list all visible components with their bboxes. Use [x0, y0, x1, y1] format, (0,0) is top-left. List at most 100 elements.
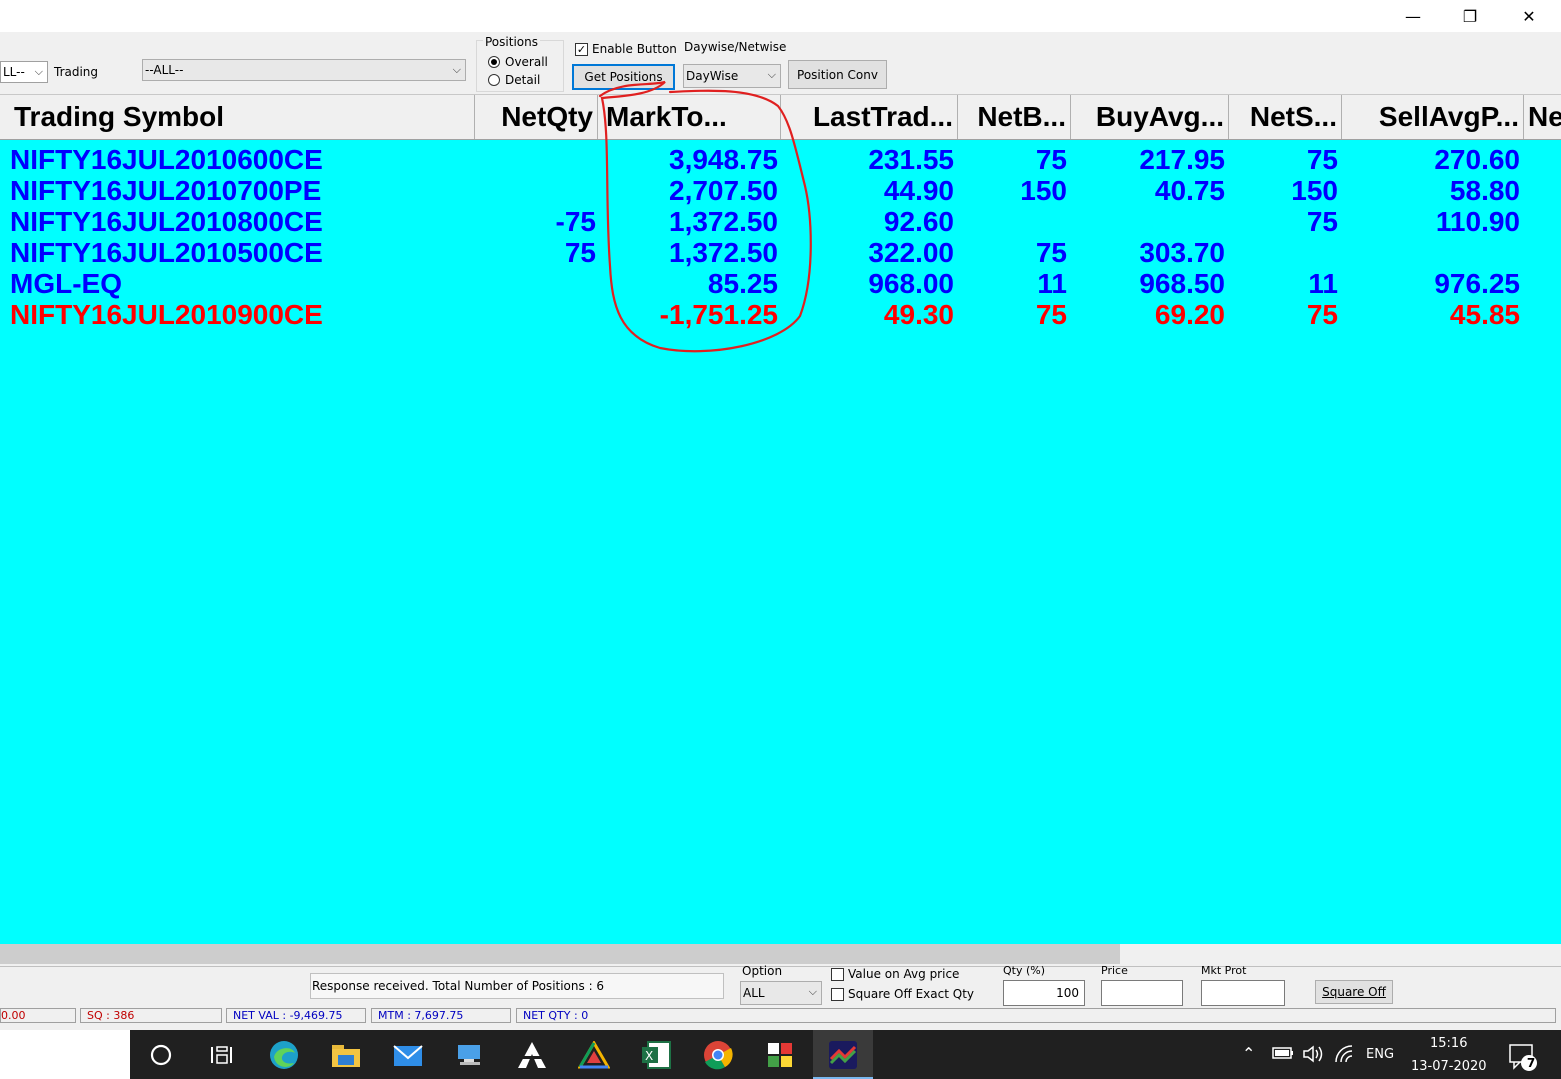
cell-symbol: NIFTY16JUL2010700PE — [10, 175, 322, 206]
chrome-icon[interactable] — [700, 1037, 736, 1073]
cell-sellavg: 270.60 — [1434, 144, 1520, 175]
header-netb[interactable]: NetB... — [958, 95, 1071, 139]
app-tiles-icon[interactable] — [762, 1037, 798, 1073]
language-indicator[interactable]: ENG — [1366, 1047, 1394, 1062]
header-nets[interactable]: NetS... — [1229, 95, 1342, 139]
cell-netqty: 75 — [564, 237, 596, 268]
response-message: Response received. Total Number of Posit… — [310, 973, 724, 999]
segment-combo[interactable]: LL-- ⌵ — [0, 61, 48, 83]
header-netqty[interactable]: NetQty — [475, 95, 598, 139]
checkmark-icon: ✓ — [575, 42, 588, 56]
drive-icon[interactable] — [576, 1037, 612, 1073]
cell-buyavg: 217.95 — [1139, 144, 1225, 175]
radio-selected-icon — [488, 56, 500, 68]
cell-nets: 75 — [1306, 206, 1338, 237]
excel-icon[interactable]: X — [638, 1037, 674, 1073]
cell-symbol: NIFTY16JUL2010800CE — [10, 206, 323, 237]
chevron-down-icon: ⌵ — [808, 985, 817, 998]
cell-symbol: NIFTY16JUL2010600CE — [10, 144, 323, 175]
overall-radio[interactable]: Overall — [488, 55, 548, 69]
option-combo[interactable]: ALL ⌵ — [740, 981, 822, 1005]
chevron-down-icon: ⌵ — [452, 63, 461, 76]
wifi-icon[interactable] — [1334, 1044, 1356, 1068]
radio-unselected-icon — [488, 74, 500, 86]
cell-nets: 75 — [1306, 299, 1338, 330]
volume-icon[interactable] — [1302, 1044, 1326, 1068]
cell-buyavg: 69.20 — [1154, 299, 1225, 330]
enable-button-checkbox[interactable]: ✓ Enable Button — [575, 42, 677, 56]
cell-netqty — [475, 175, 596, 206]
cell-symbol: NIFTY16JUL2010500CE — [10, 237, 323, 268]
cell-buyavg — [1071, 206, 1225, 237]
minimize-button[interactable]: — — [1384, 0, 1442, 32]
segment-combo-value: LL-- — [3, 65, 25, 79]
square-off-exact-label: Square Off Exact Qty — [848, 987, 974, 1001]
mkt-prot-input[interactable] — [1201, 980, 1285, 1006]
task-view-icon[interactable] — [203, 1037, 239, 1073]
header-buyavg[interactable]: BuyAvg... — [1071, 95, 1229, 139]
option-label: Option — [742, 964, 783, 978]
detail-label: Detail — [505, 73, 541, 87]
cell-symbol: MGL-EQ — [10, 268, 122, 299]
cell-netb: 75 — [1035, 299, 1067, 330]
cell-netb: 75 — [1035, 144, 1067, 175]
cell-sellavg: 58.80 — [1449, 175, 1520, 206]
taskbar-blank — [0, 1030, 130, 1079]
remote-desktop-icon[interactable] — [452, 1037, 488, 1073]
chevron-down-icon: ⌵ — [34, 65, 43, 78]
cell-sellavg — [1342, 237, 1520, 268]
qty-input[interactable]: 100 — [1003, 980, 1085, 1006]
cell-buyavg: 303.70 — [1139, 237, 1225, 268]
notification-count: 7 — [1526, 1056, 1536, 1070]
trading-combo-value: --ALL-- — [145, 63, 184, 77]
detail-radio[interactable]: Detail — [488, 73, 540, 87]
close-button[interactable]: ✕ — [1500, 0, 1558, 32]
value-on-avg-label: Value on Avg price — [848, 967, 960, 981]
file-explorer-icon[interactable] — [328, 1037, 364, 1073]
header-sellavgp[interactable]: SellAvgP... — [1342, 95, 1524, 139]
chevron-up-icon[interactable]: ⌃ — [1242, 1044, 1255, 1063]
cell-netqty — [475, 299, 596, 330]
scrollbar-thumb[interactable] — [0, 944, 1120, 964]
edge-browser-icon[interactable] — [266, 1037, 302, 1073]
annotation-circle — [598, 80, 812, 353]
cell-netqty — [475, 268, 596, 299]
status-net-val: NET VAL : -9,469.75 — [226, 1008, 366, 1023]
trading-app-icon[interactable] — [514, 1037, 550, 1073]
cell-netb: 11 — [1037, 268, 1067, 299]
search-circle-icon[interactable] — [143, 1037, 179, 1073]
title-bar: — ❐ ✕ — [0, 0, 1561, 32]
clock-date[interactable]: 13-07-2020 — [1411, 1059, 1487, 1074]
status-mtm: MTM : 7,697.75 — [371, 1008, 511, 1023]
cell-netb — [958, 206, 1067, 237]
cell-netb: 150 — [1020, 175, 1067, 206]
status-first: 0.00 — [0, 1008, 76, 1023]
mail-icon[interactable] — [390, 1037, 426, 1073]
svg-text:X: X — [645, 1049, 653, 1063]
clock-time[interactable]: 15:16 — [1430, 1036, 1467, 1051]
square-off-button[interactable]: Square Off — [1315, 980, 1393, 1004]
status-net-qty: NET QTY : 0 — [516, 1008, 1556, 1023]
cell-symbol: NIFTY16JUL2010900CE — [10, 299, 323, 330]
battery-icon[interactable] — [1272, 1046, 1294, 1064]
checkbox-icon — [831, 967, 844, 981]
restore-button[interactable]: ❐ — [1441, 0, 1499, 32]
square-off-exact-checkbox[interactable]: Square Off Exact Qty — [831, 987, 974, 1001]
positions-label: Positions — [483, 35, 540, 49]
checkbox-icon — [831, 987, 844, 1001]
cell-buyavg: 40.75 — [1154, 175, 1225, 206]
header-trading-symbol[interactable]: Trading Symbol — [6, 95, 475, 139]
value-on-avg-checkbox[interactable]: Value on Avg price — [831, 967, 959, 981]
cell-nets: 150 — [1291, 175, 1338, 206]
active-trading-terminal-icon[interactable] — [825, 1037, 861, 1073]
cell-sellavg: 976.25 — [1434, 268, 1520, 299]
trading-combo[interactable]: --ALL-- ⌵ — [142, 59, 466, 81]
mkt-prot-label: Mkt Prot — [1201, 964, 1247, 977]
cell-sellavg: 110.90 — [1435, 206, 1520, 237]
cell-sellavg: 45.85 — [1449, 299, 1520, 330]
cell-netb: 75 — [1035, 237, 1067, 268]
cell-netqty — [475, 144, 596, 175]
price-input[interactable] — [1101, 980, 1183, 1006]
header-ne[interactable]: Ne — [1524, 95, 1561, 139]
price-label: Price — [1101, 964, 1128, 977]
